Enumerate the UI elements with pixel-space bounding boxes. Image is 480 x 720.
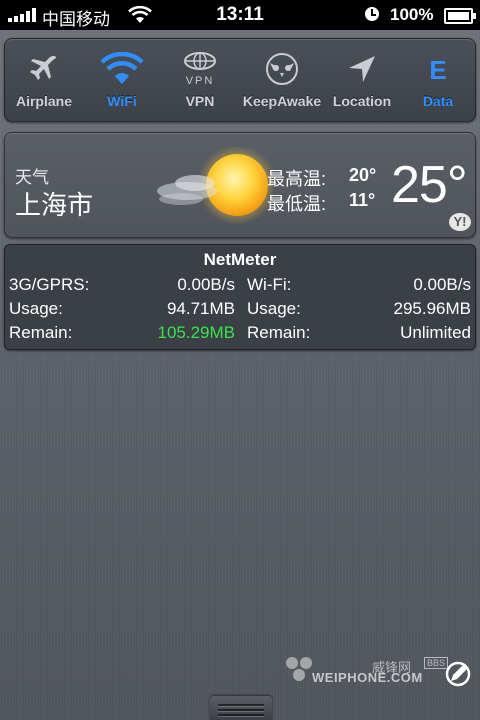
airplane-icon (22, 49, 66, 89)
low-temp-value: 11° (349, 190, 376, 210)
svg-text:VPN: VPN (186, 75, 215, 87)
cell-label: 3G/GPRS: (9, 275, 90, 294)
netmeter-row: Usage: 94.71MB Usage: 295.96MB (5, 299, 475, 321)
cell-label: Wi-Fi: (247, 275, 292, 294)
city-name: 上海市 (15, 190, 94, 220)
netmeter-row: Remain: 105.29MB Remain: Unlimited (5, 323, 475, 345)
wifi-toggle[interactable]: WiFi (83, 39, 161, 121)
keepawake-toggle[interactable]: KeepAwake (239, 39, 325, 121)
airplane-toggle[interactable]: Airplane (5, 39, 83, 121)
current-temperature: 25° (391, 156, 468, 214)
toggle-label: WiFi (107, 93, 137, 109)
vpn-icon: VPN (178, 49, 222, 89)
toggle-label: Airplane (15, 93, 72, 109)
sunny-cloud-icon (157, 147, 273, 225)
cell-value: Unlimited (400, 323, 471, 342)
drag-handle[interactable] (210, 696, 272, 720)
netmeter-widget: NetMeter 3G/GPRS: 0.00B/s Wi-Fi: 0.00B/s… (4, 244, 476, 350)
battery-icon (444, 8, 476, 24)
rotation-lock-icon (365, 7, 379, 21)
low-temp-label: 最低温: (267, 194, 327, 214)
status-bar: 中国移动 13:11 100% (0, 0, 480, 30)
cell-value: 105.29MB (157, 323, 236, 342)
weiphone-logo-icon (286, 657, 312, 681)
high-temp-value: 20° (349, 165, 377, 185)
watermark-en: WEIPHONE.COM (312, 670, 423, 685)
svg-text:E: E (429, 55, 446, 85)
cell-label: Usage: (9, 299, 63, 318)
owl-icon (260, 49, 304, 89)
netmeter-row: 3G/GPRS: 0.00B/s Wi-Fi: 0.00B/s (5, 275, 475, 297)
cell-label: Remain: (9, 323, 73, 342)
high-temp-label: 最高温: (267, 169, 327, 189)
vpn-toggle[interactable]: VPN VPN (161, 39, 239, 121)
toggle-label: Data (422, 93, 454, 109)
netmeter-title: NetMeter (203, 250, 277, 269)
cell-label: Remain: (247, 323, 311, 342)
cell-value: 295.96MB (393, 299, 472, 318)
location-toggle[interactable]: Location (323, 39, 401, 121)
toggle-label: Location (332, 93, 392, 109)
toggle-label: KeepAwake (242, 93, 322, 109)
data-toggle[interactable]: E Data (401, 39, 475, 121)
weather-widget[interactable]: 天气 上海市 最高温: 20° 最低温: 11° 25° Y! (4, 132, 476, 238)
cell-value: 94.71MB (166, 299, 235, 318)
yahoo-logo-icon[interactable]: Y! (449, 213, 471, 231)
cell-value: 0.00B/s (177, 275, 235, 294)
cell-label: Usage: (247, 299, 301, 318)
wifi-icon (100, 49, 144, 89)
edit-pen-icon[interactable] (444, 660, 472, 688)
location-icon (340, 49, 384, 89)
data-e-icon: E (416, 49, 460, 89)
toggle-label: VPN (185, 93, 215, 109)
cell-value: 0.00B/s (413, 275, 471, 294)
toggle-panel: Airplane WiFi VPN VPN KeepAwake Location… (4, 38, 476, 122)
battery-percentage: 100% (390, 5, 434, 24)
